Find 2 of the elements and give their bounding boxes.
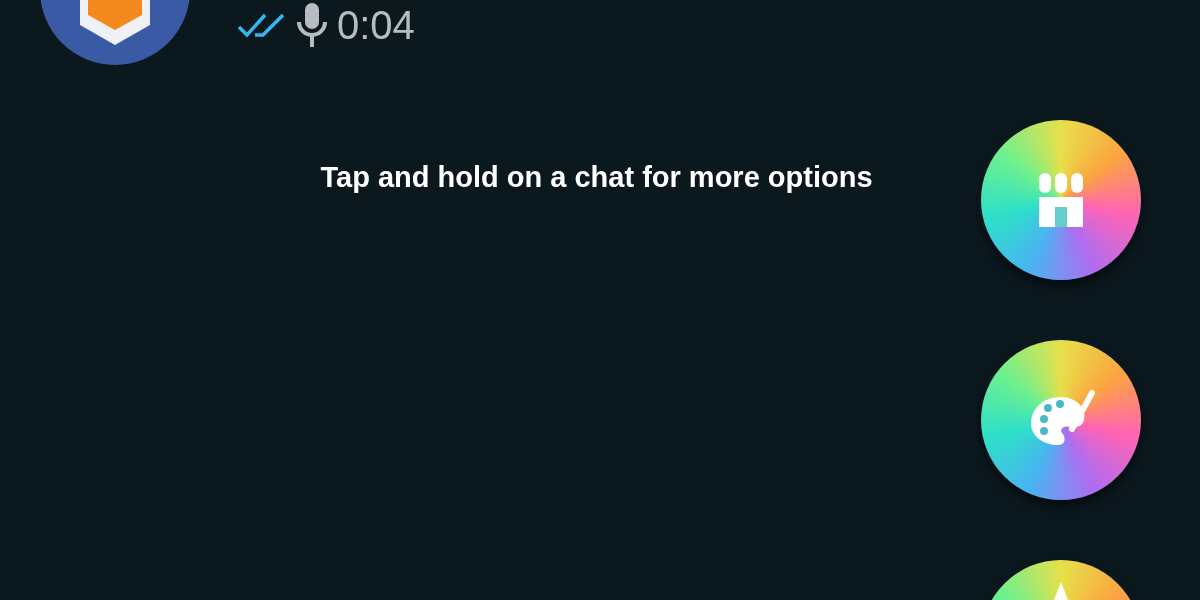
hint-text: Tap and hold on a chat for more options <box>319 160 874 195</box>
voice-duration: 0:04 <box>337 5 415 45</box>
